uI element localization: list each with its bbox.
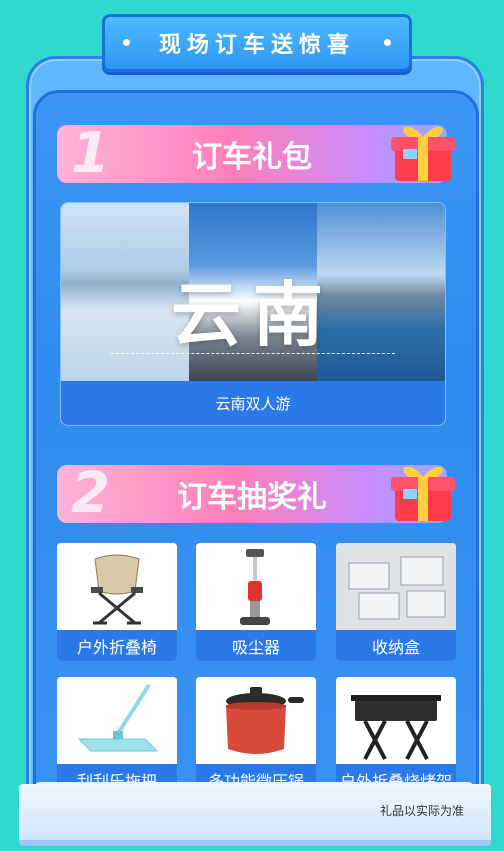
yunnan-trip-card[interactable]: 云南 云南双人游 <box>60 202 446 426</box>
yunnan-photos: 云南 <box>61 203 445 381</box>
prize-storage-box[interactable]: 收纳盒 <box>336 543 456 661</box>
section-1-title: 订车礼包 <box>192 140 312 175</box>
storage-box-icon <box>336 543 456 631</box>
disclaimer-note: 礼品以实际为准 <box>379 804 464 818</box>
prize-bbq-grill[interactable]: 户外折叠烧烤架 <box>336 677 456 795</box>
section-1-number: 1 <box>71 121 110 186</box>
section-2-number: 2 <box>71 461 110 526</box>
section-1-bar: 1 订车礼包 <box>57 121 455 186</box>
dashed-divider <box>111 353 395 354</box>
page-title: 现场订车送惊喜 <box>158 33 355 58</box>
yunnan-caption: 云南双人游 <box>215 394 291 413</box>
prize-pressure-pot[interactable]: 多功能微压锅 <box>196 677 316 795</box>
gift-box-icon <box>391 126 455 181</box>
gift-box-icon <box>391 466 455 521</box>
vacuum-icon <box>196 543 316 631</box>
mop-icon <box>57 677 177 765</box>
prize-mop[interactable]: 刮刮乐拖把 <box>57 677 177 795</box>
dot-left <box>123 39 130 46</box>
dot-right <box>384 39 391 46</box>
folding-chair-icon <box>57 543 177 631</box>
bbq-grill-icon <box>336 677 456 765</box>
section-2-title: 订车抽奖礼 <box>177 480 327 515</box>
section-2-bar: 2 订车抽奖礼 <box>57 461 455 526</box>
header-banner: 现场订车送惊喜 <box>102 14 412 72</box>
prize-label: 收纳盒 <box>336 630 456 661</box>
prize-folding-chair[interactable]: 户外折叠椅 <box>57 543 177 661</box>
prize-label: 户外折叠椅 <box>57 630 177 661</box>
prize-label: 吸尘器 <box>196 630 316 661</box>
yunnan-overlay-text: 云南 <box>171 274 335 356</box>
pressure-pot-icon <box>196 677 316 765</box>
prize-vacuum[interactable]: 吸尘器 <box>196 543 316 661</box>
